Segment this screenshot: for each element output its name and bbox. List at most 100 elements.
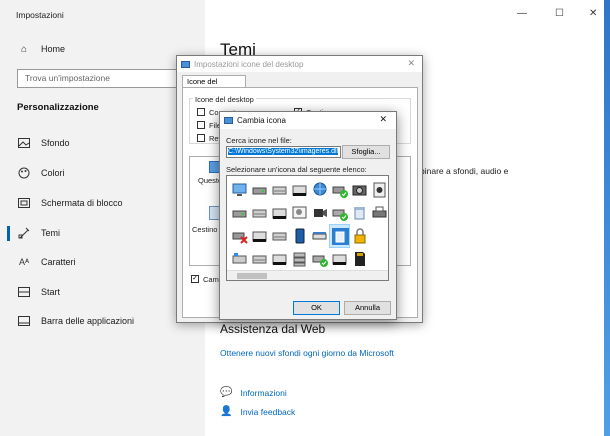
close-icon[interactable]: ✕ xyxy=(379,114,387,125)
sd-card-icon[interactable] xyxy=(350,248,369,270)
app-title: Impostazioni xyxy=(16,10,64,20)
network-checkbox[interactable] xyxy=(197,134,205,142)
home-label: Home xyxy=(41,44,66,54)
sidebar-item-label: Schermata di blocco xyxy=(41,198,123,208)
assistance-heading: Assistenza dal Web xyxy=(220,322,326,336)
preview-label-cestino: Cestino ( xyxy=(192,225,223,234)
group-label: Icone del desktop xyxy=(193,95,256,104)
photo-drive-icon[interactable] xyxy=(290,202,309,224)
home-icon: ⌂ xyxy=(20,43,28,55)
sidebar-item-label: Temi xyxy=(41,228,61,238)
file-checkbox[interactable] xyxy=(197,121,205,129)
drive-red-x-icon[interactable] xyxy=(230,225,249,247)
sidebar-item-label: Barra delle applicazioni xyxy=(41,316,135,326)
feedback-link[interactable]: Invia feedback xyxy=(240,407,295,417)
start-icon xyxy=(17,286,31,298)
sidebar-item-sfondo[interactable]: Sfondo xyxy=(17,135,70,151)
empty-icon xyxy=(370,248,388,270)
ok-button[interactable]: OK xyxy=(293,301,340,315)
minimize-button[interactable]: — xyxy=(517,8,527,19)
dvd-r-icon[interactable] xyxy=(270,202,289,224)
icon-list[interactable] xyxy=(226,175,389,281)
hdd-icon[interactable] xyxy=(250,248,269,270)
themes-description: binare a sfondi, audio e xyxy=(420,166,509,176)
hdd-icon[interactable] xyxy=(270,179,289,201)
dialog-icon xyxy=(181,60,190,68)
horizontal-scrollbar[interactable] xyxy=(227,270,388,280)
phone-icon[interactable] xyxy=(290,225,309,247)
section-title: Personalizzazione xyxy=(17,102,99,113)
feedback-icon: 👤 xyxy=(220,406,233,417)
dialog-title: Cambia icona xyxy=(237,116,286,125)
scrollbar-thumb[interactable] xyxy=(237,273,267,279)
web-link[interactable]: Ottenere nuovi sfondi ogni giorno da Mic… xyxy=(220,348,394,358)
maximize-button[interactable]: ☐ xyxy=(555,8,564,19)
drive-icon[interactable] xyxy=(230,202,249,224)
sidebar-item-label: Colori xyxy=(41,168,65,178)
sidebar-item-start[interactable]: Start xyxy=(17,284,60,300)
help-icon: 💬 xyxy=(220,387,233,398)
drive-green-check-icon[interactable] xyxy=(330,202,349,224)
close-icon[interactable]: ✕ xyxy=(407,58,415,69)
desktop-edge xyxy=(604,0,610,436)
themes-icon xyxy=(17,227,31,239)
info-link[interactable]: Informazioni xyxy=(240,388,286,398)
sidebar-item-label: Sfondo xyxy=(41,138,70,148)
monitor-icon[interactable] xyxy=(230,179,249,201)
dvd-rom-icon[interactable] xyxy=(270,248,289,270)
browse-button[interactable]: Sfoglia... xyxy=(342,145,390,159)
dvd-icon[interactable] xyxy=(330,248,349,270)
sidebar-item-label: Caratteri xyxy=(41,257,76,267)
camcorder-icon[interactable] xyxy=(310,202,329,224)
padlock-icon[interactable] xyxy=(350,225,369,247)
close-button[interactable]: ✕ xyxy=(589,8,597,19)
sidebar-item-barra-delle-applicazioni[interactable]: Barra delle applicazioni xyxy=(17,313,134,329)
feedback-link-row[interactable]: 👤 Invia feedback xyxy=(220,406,295,417)
allow-themes-checkbox[interactable]: ✓ xyxy=(191,275,199,283)
info-link-row[interactable]: 💬 Informazioni xyxy=(220,387,287,398)
dialog-titlebar: Impostazioni icone del desktop ✕ xyxy=(177,56,422,72)
sidebar-item-temi[interactable]: Temi xyxy=(17,225,60,241)
home-nav-item[interactable]: ⌂ Home xyxy=(17,41,65,57)
trash-icon[interactable] xyxy=(350,202,369,224)
file-path-value: C:\Windows\System32\imageres.dll xyxy=(228,148,339,155)
search-input[interactable]: Trova un'impostazione xyxy=(17,69,195,88)
file-label: Cerca icone nel file: xyxy=(226,136,292,145)
sidebar: Impostazioni ⌂ Home Trova un'impostazion… xyxy=(0,0,205,436)
icon-list-label: Selezionare un'icona dal seguente elenco… xyxy=(226,165,367,174)
active-indicator xyxy=(7,226,10,241)
computer-checkbox[interactable] xyxy=(197,108,205,116)
dvd-ram-icon[interactable] xyxy=(250,225,269,247)
hdd-stack-icon[interactable] xyxy=(290,248,309,270)
recycle-bin-full-icon[interactable] xyxy=(329,224,350,248)
hdd-icon[interactable] xyxy=(250,202,269,224)
lock-screen-icon xyxy=(17,197,31,209)
image-icon xyxy=(17,137,31,149)
media-icon[interactable] xyxy=(370,179,388,201)
drive-check-icon[interactable] xyxy=(330,179,349,201)
dialog-icon xyxy=(224,117,233,124)
change-icon-dialog: Cambia icona ✕ Cerca icone nel file: C:\… xyxy=(219,111,397,320)
sidebar-item-caratteri[interactable]: Aᴬ Caratteri xyxy=(17,254,76,270)
palette-icon xyxy=(17,167,31,179)
camera-icon[interactable] xyxy=(350,179,369,201)
sidebar-item-schermata-di-blocco[interactable]: Schermata di blocco xyxy=(17,195,123,211)
taskbar-icon xyxy=(17,315,31,327)
printer-icon[interactable] xyxy=(370,202,388,224)
file-path-input[interactable]: C:\Windows\System32\imageres.dll xyxy=(226,146,341,158)
drive-icon[interactable] xyxy=(250,179,269,201)
cancel-button[interactable]: Annulla xyxy=(344,301,391,315)
sidebar-item-colori[interactable]: Colori xyxy=(17,165,65,181)
hdd-icon[interactable] xyxy=(270,225,289,247)
icon-grid xyxy=(230,179,388,271)
globe-network-icon[interactable] xyxy=(310,179,329,201)
empty-icon xyxy=(370,225,388,247)
font-icon: Aᴬ xyxy=(18,257,30,267)
dvd-rw-icon[interactable] xyxy=(290,179,309,201)
dialog-titlebar: Cambia icona ✕ xyxy=(220,112,396,129)
dialog-title: Impostazioni icone del desktop xyxy=(194,59,304,69)
windows-drive-icon[interactable] xyxy=(230,248,249,270)
sidebar-item-label: Start xyxy=(41,287,61,297)
scanner-icon[interactable] xyxy=(310,225,329,247)
drive-green-check-icon[interactable] xyxy=(310,248,329,270)
